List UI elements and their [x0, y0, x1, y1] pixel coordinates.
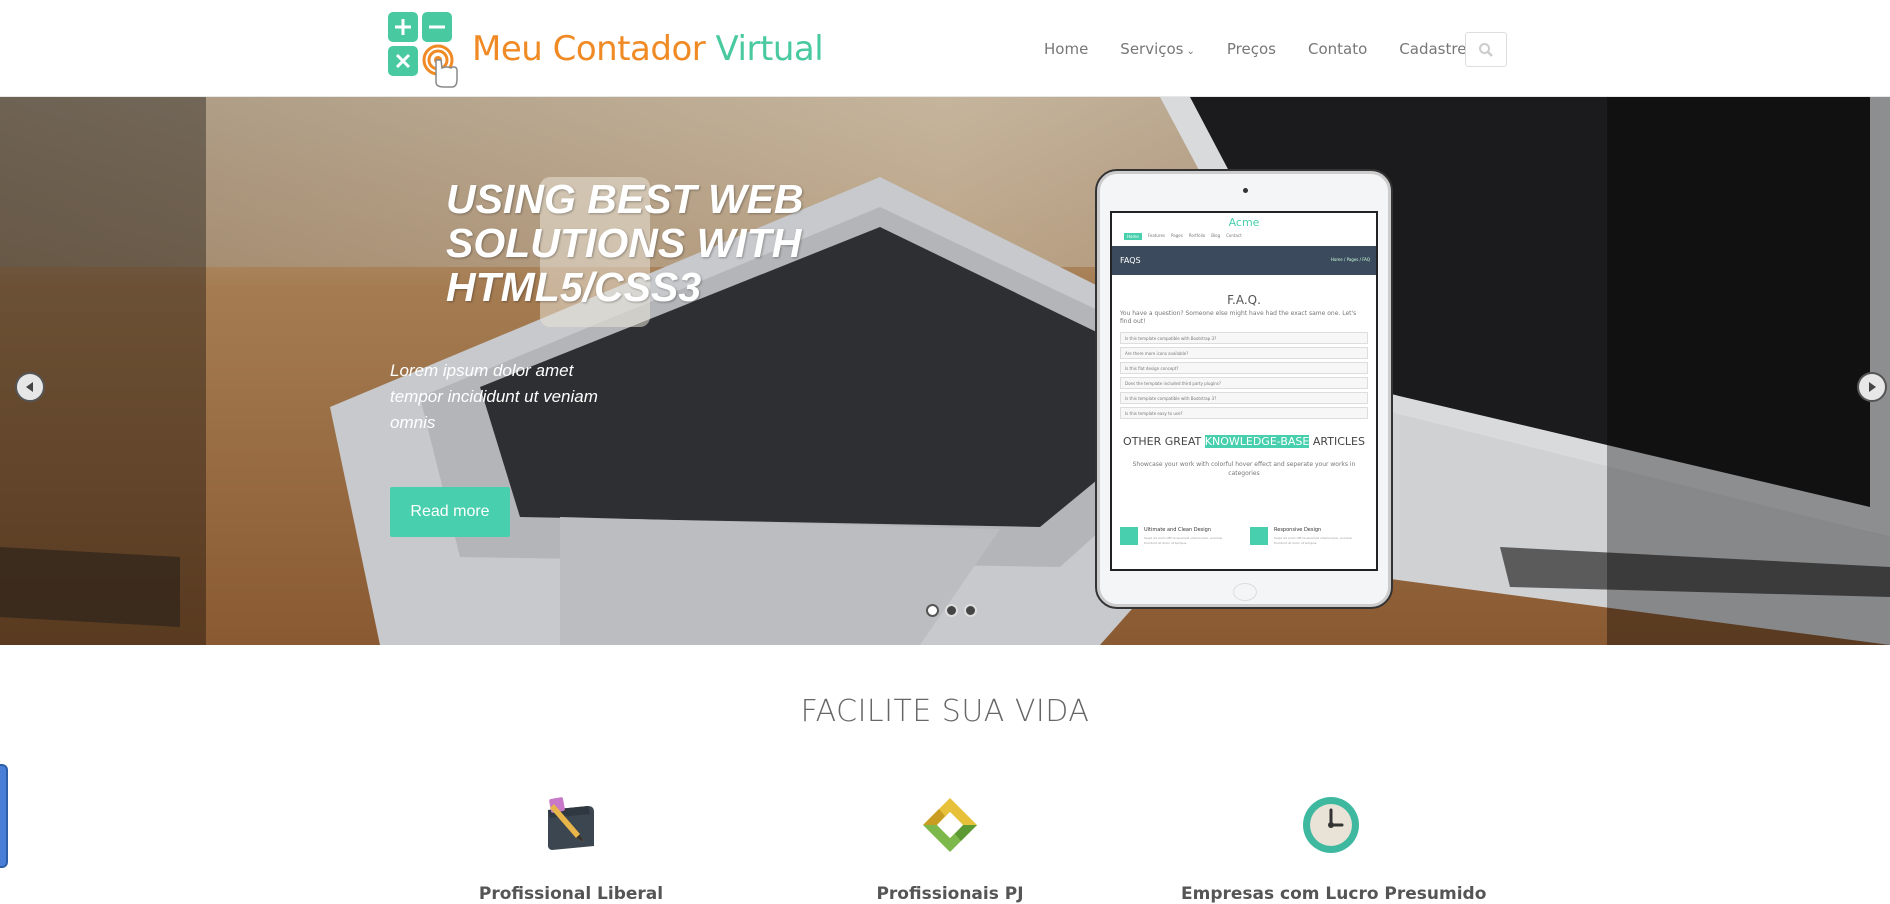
brand-name-part2: Virtual [715, 29, 824, 69]
mockup-articles-highlight: KNOWLEDGE-BASE [1204, 435, 1310, 448]
mockup-question: Does the template included third party p… [1120, 377, 1368, 389]
nav-item-contato[interactable]: Contato [1308, 40, 1367, 58]
hero-shade-left [0, 97, 206, 645]
site-header: Meu Contador Virtual Home Serviços ⌄ Preç… [0, 0, 1890, 97]
hero-subtitle: Lorem ipsum dolor amet tempor incididunt… [390, 361, 598, 432]
mockup-articles-pre: OTHER GREAT [1123, 435, 1205, 448]
mockup-feature-title: Responsive Design [1274, 527, 1322, 533]
tablet-camera [1243, 188, 1248, 193]
arrow-right-icon [1869, 382, 1876, 392]
hero-title: USING BEST WEB SOLUTIONS WITH HTML5/CSS3 [446, 176, 804, 310]
tablet-mockup: Acme Home Features Pages Portfolio Blog … [1095, 169, 1393, 609]
section-title: FACILITE SUA VIDA [800, 694, 1090, 729]
clock-icon [1302, 796, 1360, 854]
pencil-document-icon [542, 796, 600, 854]
mockup-heading: F.A.Q. [1227, 293, 1261, 307]
mockup-question: Is this template compatible with Bootstr… [1120, 392, 1368, 404]
mockup-articles-post: ARTICLES [1309, 435, 1365, 448]
nav-item-servicos[interactable]: Serviços ⌄ [1120, 40, 1195, 58]
hero-slider: USING BEST WEB SOLUTIONS WITH HTML5/CSS3… [0, 97, 1890, 645]
feature-label: Empresas com Lucro Presumido [1181, 884, 1487, 904]
mockup-intro: You have a question? Someone else might … [1120, 310, 1357, 325]
search-icon [1479, 42, 1493, 57]
feature-label: Profissionais PJ [876, 884, 1024, 904]
mockup-question: Is this flat design concept? [1120, 362, 1368, 374]
mockup-nav-item: Contact [1226, 233, 1242, 238]
slider-dot[interactable] [926, 604, 939, 617]
read-more-button[interactable]: Read more [390, 487, 510, 537]
leaf-icon [1120, 527, 1138, 545]
exchange-icon [921, 796, 979, 854]
search-button[interactable] [1465, 32, 1507, 67]
slider-next-button[interactable] [1857, 372, 1887, 402]
mockup-question: Is this template compatible with Bootstr… [1120, 332, 1368, 344]
mockup-band-title: FAQS [1120, 256, 1141, 265]
mockup-articles-desc: Showcase your work with colorful hover e… [1132, 461, 1356, 477]
mockup-nav-item: Blog [1211, 233, 1221, 238]
nav-item-home[interactable]: Home [1044, 40, 1088, 58]
mockup-feature-desc: Sequi ad enim officia eiusmod ullamcorpe… [1144, 536, 1223, 545]
mockup-question: Is this template easy to use? [1120, 407, 1368, 419]
slider-dot[interactable] [945, 604, 958, 617]
brand-name: Meu Contador Virtual [472, 29, 824, 69]
calculator-logo-icon [386, 10, 458, 88]
mockup-brand: Acme [1228, 216, 1260, 229]
mockup-title-band: FAQS Home / Pages / FAQ [1112, 246, 1376, 275]
mockup-question: Are there more icons available? [1120, 347, 1368, 359]
mockup-articles-heading: OTHER GREAT KNOWLEDGE-BASE ARTICLES [1112, 435, 1376, 448]
feature-card[interactable]: Profissional Liberal [421, 796, 721, 904]
mockup-feature-title: Ultimate and Clean Design [1144, 527, 1211, 533]
feature-label: Profissional Liberal [478, 884, 664, 904]
nav-item-precos[interactable]: Preços [1227, 40, 1276, 58]
slider-dot[interactable] [964, 604, 977, 617]
tablet-screen: Acme Home Features Pages Portfolio Blog … [1110, 211, 1378, 571]
side-tab[interactable] [0, 764, 8, 868]
nav-item-servicos-label: Serviços [1120, 39, 1184, 58]
brand-name-part1: Meu Contador [472, 29, 716, 69]
monitor-icon [1250, 527, 1268, 545]
feature-card[interactable]: Profissionais PJ [800, 796, 1100, 904]
feature-card[interactable]: Empresas com Lucro Presumido [1181, 796, 1487, 904]
mockup-nav-item: Home [1124, 233, 1142, 240]
mockup-feature: Ultimate and Clean Design Sequi ad enim … [1120, 527, 1224, 546]
mockup-nav-item: Pages [1171, 233, 1183, 238]
tablet-home-button [1233, 583, 1257, 601]
mockup-feature: Responsive Design Sequi ad enim officia … [1250, 527, 1354, 546]
hero-shade-right [1607, 97, 1890, 645]
mockup-breadcrumb: Home / Pages / FAQ [1330, 257, 1370, 262]
mockup-nav-item: Portfolio [1188, 233, 1206, 238]
slider-prev-button[interactable] [15, 372, 45, 402]
slider-pagination [926, 604, 977, 617]
mockup-nav-item: Features [1147, 233, 1166, 238]
main-nav: Home Serviços ⌄ Preços Contato Cadastre-s… [1044, 0, 1521, 97]
mockup-nav: Home Features Pages Portfolio Blog Conta… [1112, 229, 1376, 244]
mockup-feature-desc: Sequi ad enim officia eiusmod ullamcorpe… [1274, 536, 1353, 545]
chevron-down-icon: ⌄ [1186, 45, 1195, 57]
arrow-left-icon [26, 382, 33, 392]
logo[interactable]: Meu Contador Virtual [386, 10, 824, 88]
